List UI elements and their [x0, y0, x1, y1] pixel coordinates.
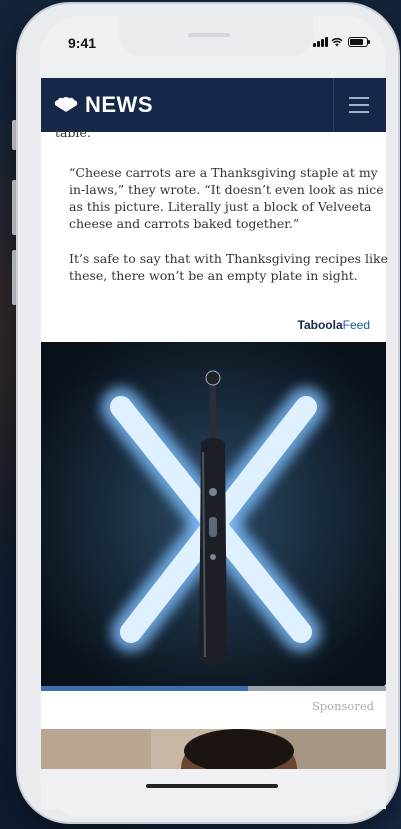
article-paragraph: “Cheese carrots are a Thanksgiving stapl…	[69, 165, 384, 231]
taboola-brand: Taboola	[297, 318, 343, 332]
home-area	[41, 769, 386, 809]
battery-icon	[348, 37, 370, 47]
hamburger-menu-icon[interactable]	[349, 97, 369, 113]
volume-up-button	[12, 180, 17, 235]
nav-divider	[333, 78, 334, 132]
volume-down-button	[12, 250, 17, 305]
sponsored-row: Sponsored	[41, 691, 386, 729]
wifi-icon	[331, 38, 343, 47]
article-cut-text: table.	[55, 125, 91, 140]
taboola-label: Feed	[342, 318, 370, 332]
nbc-news-logo[interactable]: NEWS	[53, 92, 153, 118]
cellular-signal-icon	[313, 37, 328, 47]
next-story-thumbnail[interactable]	[41, 729, 386, 769]
article-body: table. “Cheese carrots are a Thanksgivin…	[41, 125, 388, 342]
toothbrush-ad-image	[41, 342, 386, 687]
taboola-feed-logo[interactable]: TaboolaFeed	[298, 318, 370, 332]
sponsored-label: Sponsored	[311, 699, 374, 713]
logo-text: NEWS	[85, 92, 153, 117]
speaker-grille	[188, 33, 230, 37]
site-header: NEWS	[41, 78, 386, 132]
peacock-icon	[54, 97, 78, 112]
status-icons	[313, 37, 370, 47]
mute-switch	[12, 120, 17, 150]
home-indicator[interactable]	[146, 784, 278, 788]
sponsored-video-ad[interactable]	[41, 342, 386, 687]
article-paragraph: It’s safe to say that with Thanksgiving …	[69, 251, 388, 283]
person-photo	[41, 729, 386, 769]
status-time: 9:41	[68, 35, 97, 51]
